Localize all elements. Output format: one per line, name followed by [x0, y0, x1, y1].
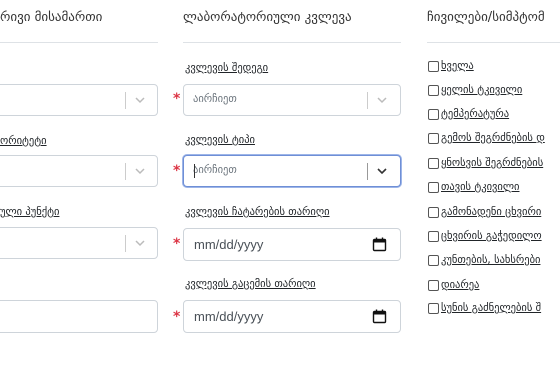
symptom-label: სუნის გაძნელების შ: [441, 302, 542, 314]
lab-result-placeholder: აირჩიეთ: [193, 93, 237, 105]
lab-type-placeholder: აირჩიეთ: [193, 164, 237, 176]
lab-date-issued-input[interactable]: mm/dd/yyyy: [183, 300, 401, 333]
referral-heading-rule: [0, 42, 158, 43]
referral-column-heading: რივი მისამართი: [0, 10, 103, 25]
chevron-down-icon: [135, 97, 145, 104]
lab-date-done-label: კვლევის ჩატარების თარიღი: [185, 206, 330, 218]
symptom-checkbox[interactable]: [428, 303, 439, 314]
calendar-icon[interactable]: [372, 309, 387, 324]
referral-point-select[interactable]: [0, 227, 158, 259]
referral-priority-label: ორიტეტი: [0, 135, 47, 147]
referral-select-1[interactable]: [0, 84, 158, 116]
required-asterisk: *: [173, 163, 181, 179]
symptom-checkbox[interactable]: [428, 109, 439, 120]
select-separator: [367, 92, 368, 109]
text-caret: [194, 164, 195, 178]
lab-date-issued-label: კვლევის გაცემის თარიღი: [185, 278, 316, 290]
symptom-checkbox[interactable]: [428, 182, 439, 193]
chevron-down-icon: [135, 168, 145, 175]
lab-heading-rule: [183, 42, 401, 43]
chevron-down-icon: [135, 240, 145, 247]
symptom-checkbox[interactable]: [428, 280, 439, 291]
symptom-label: ყელის ტკივილი: [441, 84, 523, 96]
calendar-icon[interactable]: [372, 237, 387, 252]
symptoms-heading-rule: [427, 42, 560, 43]
symptom-label: დიარეა: [441, 279, 480, 291]
required-asterisk: *: [173, 309, 181, 325]
symptom-checkbox[interactable]: [428, 133, 439, 144]
symptom-label: გამონადენი ცხვირი: [441, 206, 542, 218]
lab-date-done-input[interactable]: mm/dd/yyyy: [183, 228, 401, 261]
referral-text-input[interactable]: [0, 300, 158, 333]
select-separator: [125, 163, 126, 180]
symptom-label: ტემპერატურა: [441, 108, 510, 120]
lab-column-heading: ლაბორატორიული კვლევა: [183, 10, 352, 25]
referral-priority-select[interactable]: [0, 155, 158, 187]
symptom-checkbox[interactable]: [428, 158, 439, 169]
symptom-checkbox[interactable]: [428, 85, 439, 96]
symptom-checkbox[interactable]: [428, 207, 439, 218]
lab-type-label: კვლევის ტიპი: [185, 134, 255, 146]
symptom-checkbox[interactable]: [428, 61, 439, 72]
lab-type-select[interactable]: აირჩიეთ: [183, 155, 401, 187]
lab-date-issued-placeholder: mm/dd/yyyy: [194, 309, 264, 324]
symptom-label: კუნთების, სახსრები: [441, 254, 541, 266]
symptom-label: ცხვირის გაჭედილო: [441, 230, 542, 242]
select-separator: [125, 235, 126, 252]
symptom-label: ხველა: [441, 60, 474, 72]
required-asterisk: *: [173, 236, 181, 252]
lab-result-label: კვლევის შედეგი: [185, 62, 269, 74]
required-asterisk: *: [173, 91, 181, 107]
referral-point-label: ული პუნქტი: [0, 206, 60, 218]
lab-date-done-placeholder: mm/dd/yyyy: [194, 237, 264, 252]
symptom-checkbox[interactable]: [428, 231, 439, 242]
select-separator: [125, 92, 126, 109]
symptom-label: ყნოსვის შეგრძნების: [441, 157, 544, 169]
symptom-label: თავის ტკივილი: [441, 181, 520, 193]
chevron-down-icon: [377, 97, 387, 104]
symptoms-column-heading: ჩივილები/სიმპტომ: [427, 10, 545, 25]
symptom-label: გემოს შეგრძნების დ: [441, 132, 545, 144]
symptom-checkbox[interactable]: [428, 255, 439, 266]
lab-result-select[interactable]: აირჩიეთ: [183, 84, 401, 116]
select-separator: [367, 163, 368, 180]
chevron-down-icon: [377, 168, 387, 175]
